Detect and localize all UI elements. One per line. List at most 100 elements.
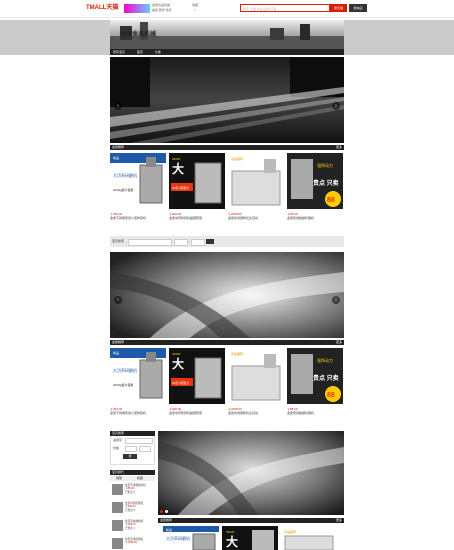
section-more-link[interactable]: 更多 — [336, 518, 342, 523]
prev-arrow-icon[interactable]: ‹ — [114, 102, 122, 110]
product-image[interactable]: 商品推荐 — [228, 348, 284, 404]
product-banner: 大 — [172, 356, 184, 371]
product-image[interactable]: 大功率研磨机 2000g超大容量 新品 — [110, 348, 166, 404]
favorite-button[interactable]: 收藏 ☆ — [190, 3, 200, 14]
sidebar-search-title-text: 宝贝搜索 — [112, 431, 125, 435]
search-input[interactable]: 搜索 天猫 商品/品牌/店铺 — [240, 4, 330, 12]
product-desc: 金辰家用破壁料理机 — [287, 216, 315, 220]
nav-item-category[interactable]: 分类 — [155, 50, 161, 54]
tmall-logo[interactable]: TMALL天猫 — [86, 4, 122, 13]
section-title: 金辰推荐 — [112, 145, 125, 149]
product-desc: 金辰商用磨粉机全自动 — [228, 411, 259, 415]
product-image[interactable]: 强悍动力 贵点 只卖 88 — [287, 153, 343, 209]
product-badge: 强悍动力 — [317, 357, 333, 363]
product-image[interactable]: 商品推荐 — [228, 153, 284, 209]
product-info[interactable]: ￥2998.00 金辰商用磨粉机全自动 — [228, 407, 284, 421]
product-caption: 88 — [327, 392, 335, 399]
product-desc: 金辰不锈钢家用小型粉碎机 — [110, 216, 147, 220]
section-more-link[interactable]: 更多 — [336, 145, 342, 150]
product-desc: 金辰中药粉碎机超细研磨 — [169, 411, 203, 415]
nav-item-home[interactable]: 首页 — [137, 50, 143, 54]
product-badge: 45000 — [172, 157, 181, 161]
next-arrow-icon[interactable]: › — [332, 102, 340, 110]
section-header-2: 金辰推荐 更多 — [110, 340, 344, 345]
filter-label: 宝贝搜索 — [112, 239, 125, 243]
slide-dot-active[interactable] — [160, 510, 163, 513]
product-desc: 金辰家用破壁料理机 — [287, 411, 315, 415]
product-info[interactable]: ￥399.00 金辰不锈钢家用小型粉碎机 — [110, 407, 166, 421]
rank-item[interactable]: 金辰商用磨粉机 ￥998.00 已售出 1 — [112, 520, 157, 538]
sidebar-keyword-input[interactable] — [125, 438, 153, 444]
banner-title: 金辰食品机械 — [120, 32, 157, 38]
price-max-input[interactable] — [191, 239, 205, 246]
search-tmall-button[interactable]: 搜天猫 — [330, 4, 347, 12]
street-night-image — [110, 57, 344, 143]
product-info[interactable]: ￥968.00 金辰中药粉碎机超细研磨 — [169, 407, 225, 421]
hero-slide-1[interactable] — [110, 57, 344, 143]
star-icon: ☆ — [193, 8, 197, 12]
rank-item[interactable]: 金辰不锈钢粉碎机 ￥88.00 已售出 2 — [112, 484, 157, 502]
rank-sales: 已售出 5 — [125, 508, 135, 512]
product-image[interactable]: 大 20倍+研磨力 45000 — [169, 153, 225, 209]
hero-slide-2[interactable] — [110, 252, 344, 338]
product-banner: 贵点 只卖 — [313, 179, 339, 187]
filter-search-button[interactable] — [206, 239, 214, 244]
product-banner: 大 — [172, 161, 184, 176]
hero-slide-3[interactable] — [158, 431, 344, 515]
promo-banner[interactable] — [124, 4, 150, 13]
section-title: 金辰推荐 — [112, 340, 125, 344]
prev-arrow-icon[interactable]: ‹ — [114, 296, 122, 304]
nav-item-all[interactable]: 所有宝贝 — [113, 50, 125, 54]
slide-dot[interactable] — [165, 510, 168, 513]
product-desc: 金辰中药粉碎机超细研磨 — [169, 216, 203, 220]
section-more-link[interactable]: 更多 — [336, 340, 342, 345]
product-desc: 金辰不锈钢家用小型粉碎机 — [110, 411, 147, 415]
sidebar-search-title: 宝贝搜索 — [110, 431, 155, 436]
product-banner: 商品推荐 — [231, 156, 243, 161]
sidebar-rank-title-text: 宝贝排行 — [112, 470, 125, 474]
product-info[interactable]: ￥399.00 金辰不锈钢家用小型粉碎机 — [110, 212, 166, 226]
product-info[interactable]: ￥2998.00 金辰商用磨粉机全自动 — [228, 212, 284, 226]
product-image[interactable]: 强悍动力贵点 只卖 88 — [287, 348, 343, 404]
search-shop-button[interactable]: 搜本店 — [349, 4, 367, 12]
rank-item[interactable]: 金辰家用料理机 ￥2998.00 — [112, 538, 157, 550]
product-info[interactable]: ￥968.00 金辰中药粉碎机超细研磨 — [169, 212, 225, 226]
rank-sales: 已售出 1 — [125, 526, 135, 530]
rank-item[interactable]: 金辰中药研磨机 ￥968.00 已售出 5 — [112, 502, 157, 520]
product-banner: 商品推荐 — [231, 351, 243, 356]
rank-thumb — [112, 484, 123, 495]
product-banner: 大功率研磨机 — [166, 535, 190, 541]
product-info[interactable]: ￥88.00 金辰家用破壁料理机 — [287, 407, 343, 421]
tab-sales[interactable]: 销量 — [116, 476, 122, 480]
next-arrow-icon[interactable]: › — [332, 296, 340, 304]
product-banner: 贵点 只卖 — [313, 374, 339, 382]
product-badge: 新品 — [166, 527, 172, 532]
product-image[interactable]: 大 45000 — [222, 526, 278, 550]
tab-favorites[interactable]: 收藏 — [137, 476, 143, 480]
shop-name[interactable]: 金辰食品机械 描述 服务 物流 — [152, 3, 186, 14]
sidebar-search-button[interactable]: 搜 — [123, 454, 137, 459]
price-min-input[interactable] — [174, 239, 188, 246]
shop-nav: 所有宝贝 首页 分类 — [110, 49, 344, 55]
section-header-1: 金辰推荐 更多 — [110, 145, 344, 150]
product-info[interactable]: ￥88.00 金辰家用破壁料理机 — [287, 212, 343, 226]
product-image[interactable]: 大功率研磨机 2000g超大容量 新品 — [110, 153, 166, 209]
product-caption: 2000g超大容量 — [113, 382, 133, 387]
keyword-input[interactable] — [128, 239, 172, 246]
shop-rating: 描述 服务 物流 — [152, 8, 172, 12]
product-badge: 新品 — [113, 350, 119, 355]
product-badge: 45000 — [226, 530, 235, 534]
sidebar-rank-title: 宝贝排行 — [110, 470, 155, 475]
product-banner: 大功率研磨机 — [113, 172, 137, 178]
product-badge: 新品 — [113, 155, 119, 160]
product-image[interactable]: 大功率研磨机 新品 — [163, 526, 219, 550]
product-caption: 20倍+研磨力 — [172, 380, 189, 385]
rank-thumb — [112, 502, 123, 513]
sidebar-price-min-input[interactable] — [125, 446, 137, 452]
rank-thumb — [112, 520, 123, 531]
sidebar-price-max-input[interactable] — [139, 446, 151, 452]
product-image[interactable]: 大 20倍+研磨力 45000 — [169, 348, 225, 404]
product-image[interactable]: 商品推荐 — [281, 526, 337, 550]
product-badge: 45000 — [172, 352, 181, 356]
product-desc: 金辰商用磨粉机全自动 — [228, 216, 259, 220]
